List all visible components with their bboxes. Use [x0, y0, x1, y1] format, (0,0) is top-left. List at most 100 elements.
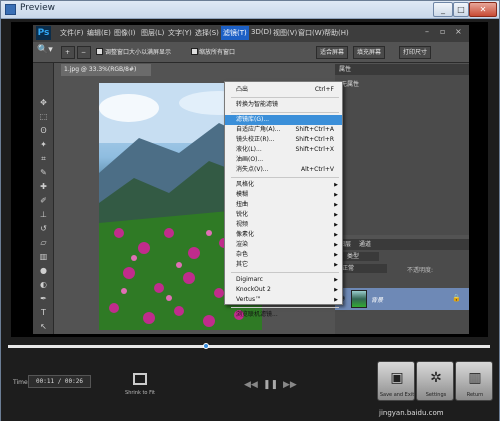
return-button[interactable]: ▥ Return: [455, 361, 493, 401]
submenu-arrow-icon: ▶: [334, 222, 338, 228]
seek-thumb[interactable]: [202, 343, 209, 349]
filter-menu-item-label: 像素化: [236, 231, 255, 238]
filter-menu-item[interactable]: 消失点(V)... Alt+Ctrl+V: [225, 165, 342, 175]
submenu-arrow-icon: ▶: [334, 232, 338, 238]
menu-edit[interactable]: 编辑(E): [87, 28, 111, 38]
ps-restore-icon[interactable]: ▫: [440, 27, 445, 36]
menu-select[interactable]: 选择(S): [195, 28, 219, 38]
resize-windows-checkbox[interactable]: [96, 48, 103, 55]
filter-menu-item[interactable]: Vertus™ ▶: [225, 295, 342, 305]
document-tab[interactable]: 1.jpg @ 33.3%(RGB/8#): [61, 64, 151, 76]
filter-menu-item[interactable]: 杂色 ▶: [225, 250, 342, 260]
menu-view[interactable]: 视图(V): [273, 28, 297, 38]
submenu-arrow-icon: ▶: [334, 192, 338, 198]
crop-tool-icon[interactable]: ⌗: [38, 153, 49, 164]
menu-type[interactable]: 文字(Y): [168, 28, 192, 38]
shortcut-text: Alt+Ctrl+V: [301, 166, 334, 173]
filter-menu-item[interactable]: Digimarc ▶: [225, 275, 342, 285]
maximize-button[interactable]: □: [453, 2, 469, 17]
settings-button[interactable]: ✲ Settings: [416, 361, 454, 401]
blend-mode-select[interactable]: 正常: [339, 264, 387, 273]
menu-file[interactable]: 文件(F): [60, 28, 84, 38]
seek-bar[interactable]: [8, 345, 490, 348]
app-icon: [5, 4, 16, 15]
menu-filter[interactable]: 滤镜(T): [221, 26, 249, 40]
filter-menu-item[interactable]: KnockOut 2 ▶: [225, 285, 342, 295]
zoom-out-icon[interactable]: −: [77, 46, 91, 59]
shrink-icon: [133, 373, 147, 385]
filter-menu-item[interactable]: 镜头校正(R)... Shift+Ctrl+R: [225, 135, 342, 145]
close-button[interactable]: ✕: [469, 2, 497, 17]
lasso-tool-icon[interactable]: ʘ: [38, 125, 49, 136]
submenu-arrow-icon: ▶: [334, 202, 338, 208]
filter-menu-item[interactable]: 油画(O)...: [225, 155, 342, 165]
filter-menu-item[interactable]: 锐化 ▶: [225, 210, 342, 220]
filter-menu-item[interactable]: 滤镜库(G)...: [225, 115, 342, 125]
filter-menu-item-label: Digimarc: [236, 276, 263, 283]
pen-tool-icon[interactable]: ✒: [38, 293, 49, 304]
menu-window[interactable]: 窗口(W): [298, 28, 324, 38]
move-tool-icon[interactable]: ✥: [38, 97, 49, 108]
tab-channels[interactable]: 通道: [359, 241, 371, 248]
submenu-arrow-icon: ▶: [334, 287, 338, 293]
rewind-icon[interactable]: ◀◀: [244, 380, 258, 390]
menu-layer[interactable]: 图层(L): [141, 28, 164, 38]
preview-window: Preview _ □ ✕ Ps 文件(F) 编辑(E) 图像(I) 图层(L)…: [0, 0, 500, 421]
filter-menu-item[interactable]: 风格化 ▶: [225, 180, 342, 190]
resize-windows-label: 调整窗口大小以满屏显示: [105, 49, 172, 56]
filter-menu-item[interactable]: 液化(L)... Shift+Ctrl+X: [225, 145, 342, 155]
menu-separator: [231, 307, 339, 308]
filter-menu-item-label: 液化(L)...: [236, 146, 262, 153]
gradient-tool-icon[interactable]: ▥: [38, 251, 49, 262]
filter-menu-item[interactable]: 模糊 ▶: [225, 190, 342, 200]
submenu-arrow-icon: ▶: [334, 242, 338, 248]
ps-minimize-icon[interactable]: –: [425, 27, 429, 36]
menu-image[interactable]: 图像(I): [114, 28, 136, 38]
brush-tool-icon[interactable]: ✐: [38, 195, 49, 206]
healing-brush-icon[interactable]: ✚: [38, 181, 49, 192]
path-select-icon[interactable]: ↖: [38, 321, 49, 332]
filter-menu-item[interactable]: 渲染 ▶: [225, 240, 342, 250]
blur-tool-icon[interactable]: ●: [38, 265, 49, 276]
filter-menu-item[interactable]: 浏览联机滤镜...: [225, 310, 342, 320]
filter-menu-item[interactable]: 其它 ▶: [225, 260, 342, 270]
return-label: Return: [466, 392, 484, 398]
ps-close-icon[interactable]: ×: [455, 27, 462, 36]
history-brush-icon[interactable]: ↺: [38, 223, 49, 234]
type-tool-icon[interactable]: T: [38, 307, 49, 318]
menu-3d[interactable]: 3D(D): [251, 28, 272, 36]
zoom-in-icon[interactable]: +: [61, 46, 75, 59]
save-icon: ▣: [390, 370, 404, 386]
magic-wand-icon[interactable]: ✦: [38, 139, 49, 150]
dodge-tool-icon[interactable]: ◐: [38, 279, 49, 290]
print-size-button[interactable]: 打印尺寸: [399, 46, 432, 59]
properties-tab[interactable]: 属性: [335, 64, 469, 75]
submenu-arrow-icon: ▶: [334, 252, 338, 258]
fill-screen-button[interactable]: 填充屏幕: [353, 46, 386, 59]
eyedropper-icon[interactable]: ✎: [38, 167, 49, 178]
title-bar[interactable]: Preview _ □ ✕: [1, 1, 499, 19]
shrink-to-fit-button[interactable]: Shrink to Fit: [121, 371, 159, 406]
fit-screen-button[interactable]: 适合屏幕: [316, 46, 349, 59]
layers-body: 类型 正常 不透明度: ◉ 背景 🔒: [335, 250, 469, 334]
save-and-exit-button[interactable]: ▣ Save and Exit: [377, 361, 415, 401]
minimize-button[interactable]: _: [433, 2, 453, 17]
layer-background[interactable]: ◉ 背景 🔒: [335, 288, 469, 310]
stamp-tool-icon[interactable]: ⊥: [38, 209, 49, 220]
filter-menu-item[interactable]: 像素化 ▶: [225, 230, 342, 240]
filter-menu-item[interactable]: 视频 ▶: [225, 220, 342, 230]
marquee-tool-icon[interactable]: ⬚: [38, 111, 49, 122]
filter-menu-item[interactable]: 自适应广角(A)... Shift+Ctrl+A: [225, 125, 342, 135]
menu-help[interactable]: 帮助(H): [324, 28, 349, 38]
filter-menu-item[interactable]: 凸出 Ctrl+F: [225, 85, 342, 95]
layer-kind-select[interactable]: 类型: [339, 252, 379, 261]
properties-body: 无属性: [335, 75, 469, 235]
forward-icon[interactable]: ▶▶: [283, 380, 297, 390]
pause-icon[interactable]: ❚❚: [263, 380, 278, 390]
filter-menu-item[interactable]: 扭曲 ▶: [225, 200, 342, 210]
zoom-all-checkbox[interactable]: [191, 48, 198, 55]
eraser-tool-icon[interactable]: ▱: [38, 237, 49, 248]
filter-menu-item-label: 视频: [236, 221, 249, 228]
zoom-tool-icon[interactable]: 🔍▾: [37, 45, 57, 59]
filter-menu-item[interactable]: 转换为智能滤镜: [225, 100, 342, 110]
